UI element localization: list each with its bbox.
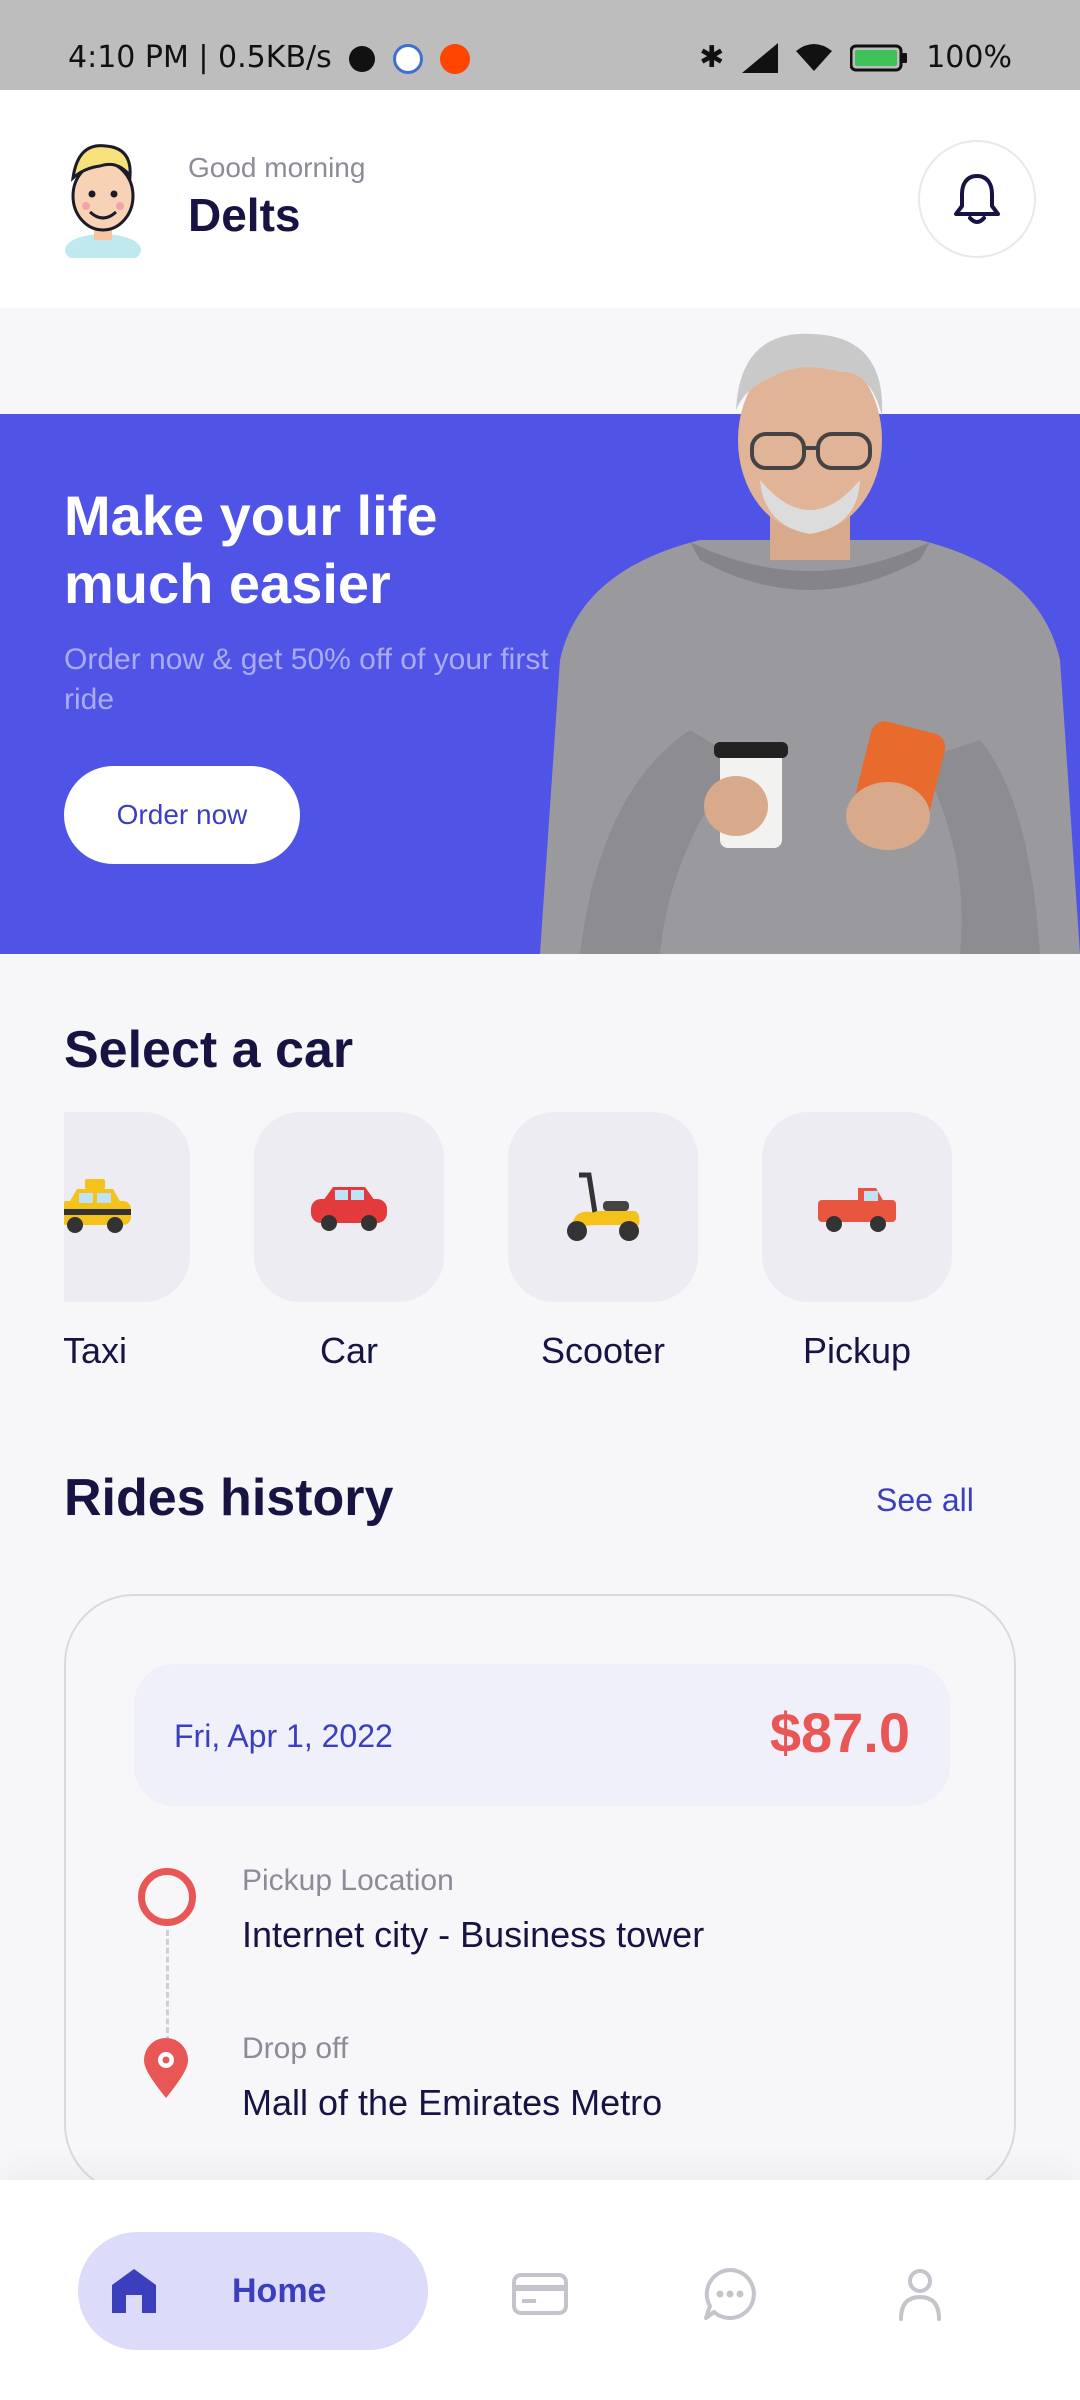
notifications-button[interactable] — [918, 140, 1036, 258]
nav-messages-tab[interactable] — [700, 2264, 760, 2324]
dropoff-location: Mall of the Emirates Metro — [242, 2082, 663, 2123]
ride-history-card[interactable]: Fri, Apr 1, 2022 $87.0 Pickup Location I… — [64, 1594, 1016, 2194]
car-option-scooter[interactable]: Scooter — [508, 1112, 698, 1371]
home-icon — [106, 2263, 162, 2319]
car-option-pickup[interactable]: Pickup — [762, 1112, 952, 1371]
car-tile[interactable] — [508, 1112, 698, 1302]
ride-price: $87.0 — [769, 1701, 910, 1764]
car-option-car[interactable]: Car — [254, 1112, 444, 1371]
avatar[interactable] — [58, 138, 148, 258]
car-type-list: Taxi Car Scooter Pickup — [64, 1112, 1080, 1382]
nav-home-label: Home — [232, 2271, 327, 2310]
status-bar: 4:10 PM | 0.5KB/s ✱ 100% — [0, 0, 1080, 90]
nav-payments-tab[interactable] — [510, 2264, 570, 2324]
car-option-taxi[interactable]: Taxi — [64, 1112, 190, 1371]
car-option-label: Pickup — [802, 1330, 912, 1371]
greeting-text: Good morning — [188, 152, 366, 183]
car-tile[interactable] — [64, 1112, 190, 1302]
scooter-icon — [567, 1172, 640, 1241]
app-header: Good morning Delts — [0, 90, 1080, 308]
order-now-button[interactable]: Order now — [64, 766, 300, 864]
ride-date: Fri, Apr 1, 2022 — [174, 1718, 393, 1754]
pickup-marker-icon — [138, 1868, 196, 1926]
pickup-location: Internet city - Business tower — [242, 1914, 705, 1955]
taxi-icon — [64, 1179, 131, 1233]
map-pin-icon — [144, 2038, 188, 2098]
pickup-label: Pickup Location — [242, 1864, 454, 1897]
select-car-title: Select a car — [64, 1021, 354, 1079]
rides-history-title: Rides history — [64, 1469, 394, 1527]
chat-icon — [704, 2268, 756, 2320]
ride-summary: Fri, Apr 1, 2022 $87.0 — [134, 1664, 950, 1806]
app-notification-icon — [392, 43, 423, 74]
pickup-truck-icon — [818, 1188, 896, 1232]
car-option-label: Scooter — [540, 1330, 666, 1371]
card-icon — [512, 2273, 568, 2315]
bell-icon — [954, 174, 1000, 224]
status-indicators: ✱ 100% — [699, 40, 1012, 75]
signal-icon — [742, 42, 779, 73]
see-all-link[interactable]: See all — [876, 1482, 974, 1519]
banner-title: Make your life much easier — [64, 484, 438, 615]
profile-icon — [899, 2269, 941, 2321]
status-time-speed: 4:10 PM | 0.5KB/s — [68, 40, 471, 75]
reddit-icon — [440, 43, 471, 74]
bottom-navigation: Home — [0, 2180, 1080, 2400]
user-name: Delts — [188, 189, 301, 241]
battery-percent: 100% — [926, 40, 1012, 75]
moon-icon — [349, 45, 376, 72]
battery-icon — [850, 44, 908, 71]
bluetooth-icon: ✱ — [699, 40, 725, 75]
dropoff-label: Drop off — [242, 2032, 349, 2065]
wifi-icon — [796, 43, 833, 71]
car-tile[interactable] — [762, 1112, 952, 1302]
car-icon — [311, 1187, 387, 1231]
route-line — [166, 1930, 169, 2042]
car-option-label: Taxi — [64, 1330, 128, 1371]
car-tile[interactable] — [254, 1112, 444, 1302]
nav-home-tab[interactable]: Home — [78, 2232, 428, 2350]
nav-profile-tab[interactable] — [890, 2264, 950, 2324]
banner-subtitle: Order now & get 50% off of your first ri… — [64, 643, 549, 716]
car-option-label: Car — [319, 1330, 378, 1371]
promo-person-image — [540, 333, 1080, 954]
